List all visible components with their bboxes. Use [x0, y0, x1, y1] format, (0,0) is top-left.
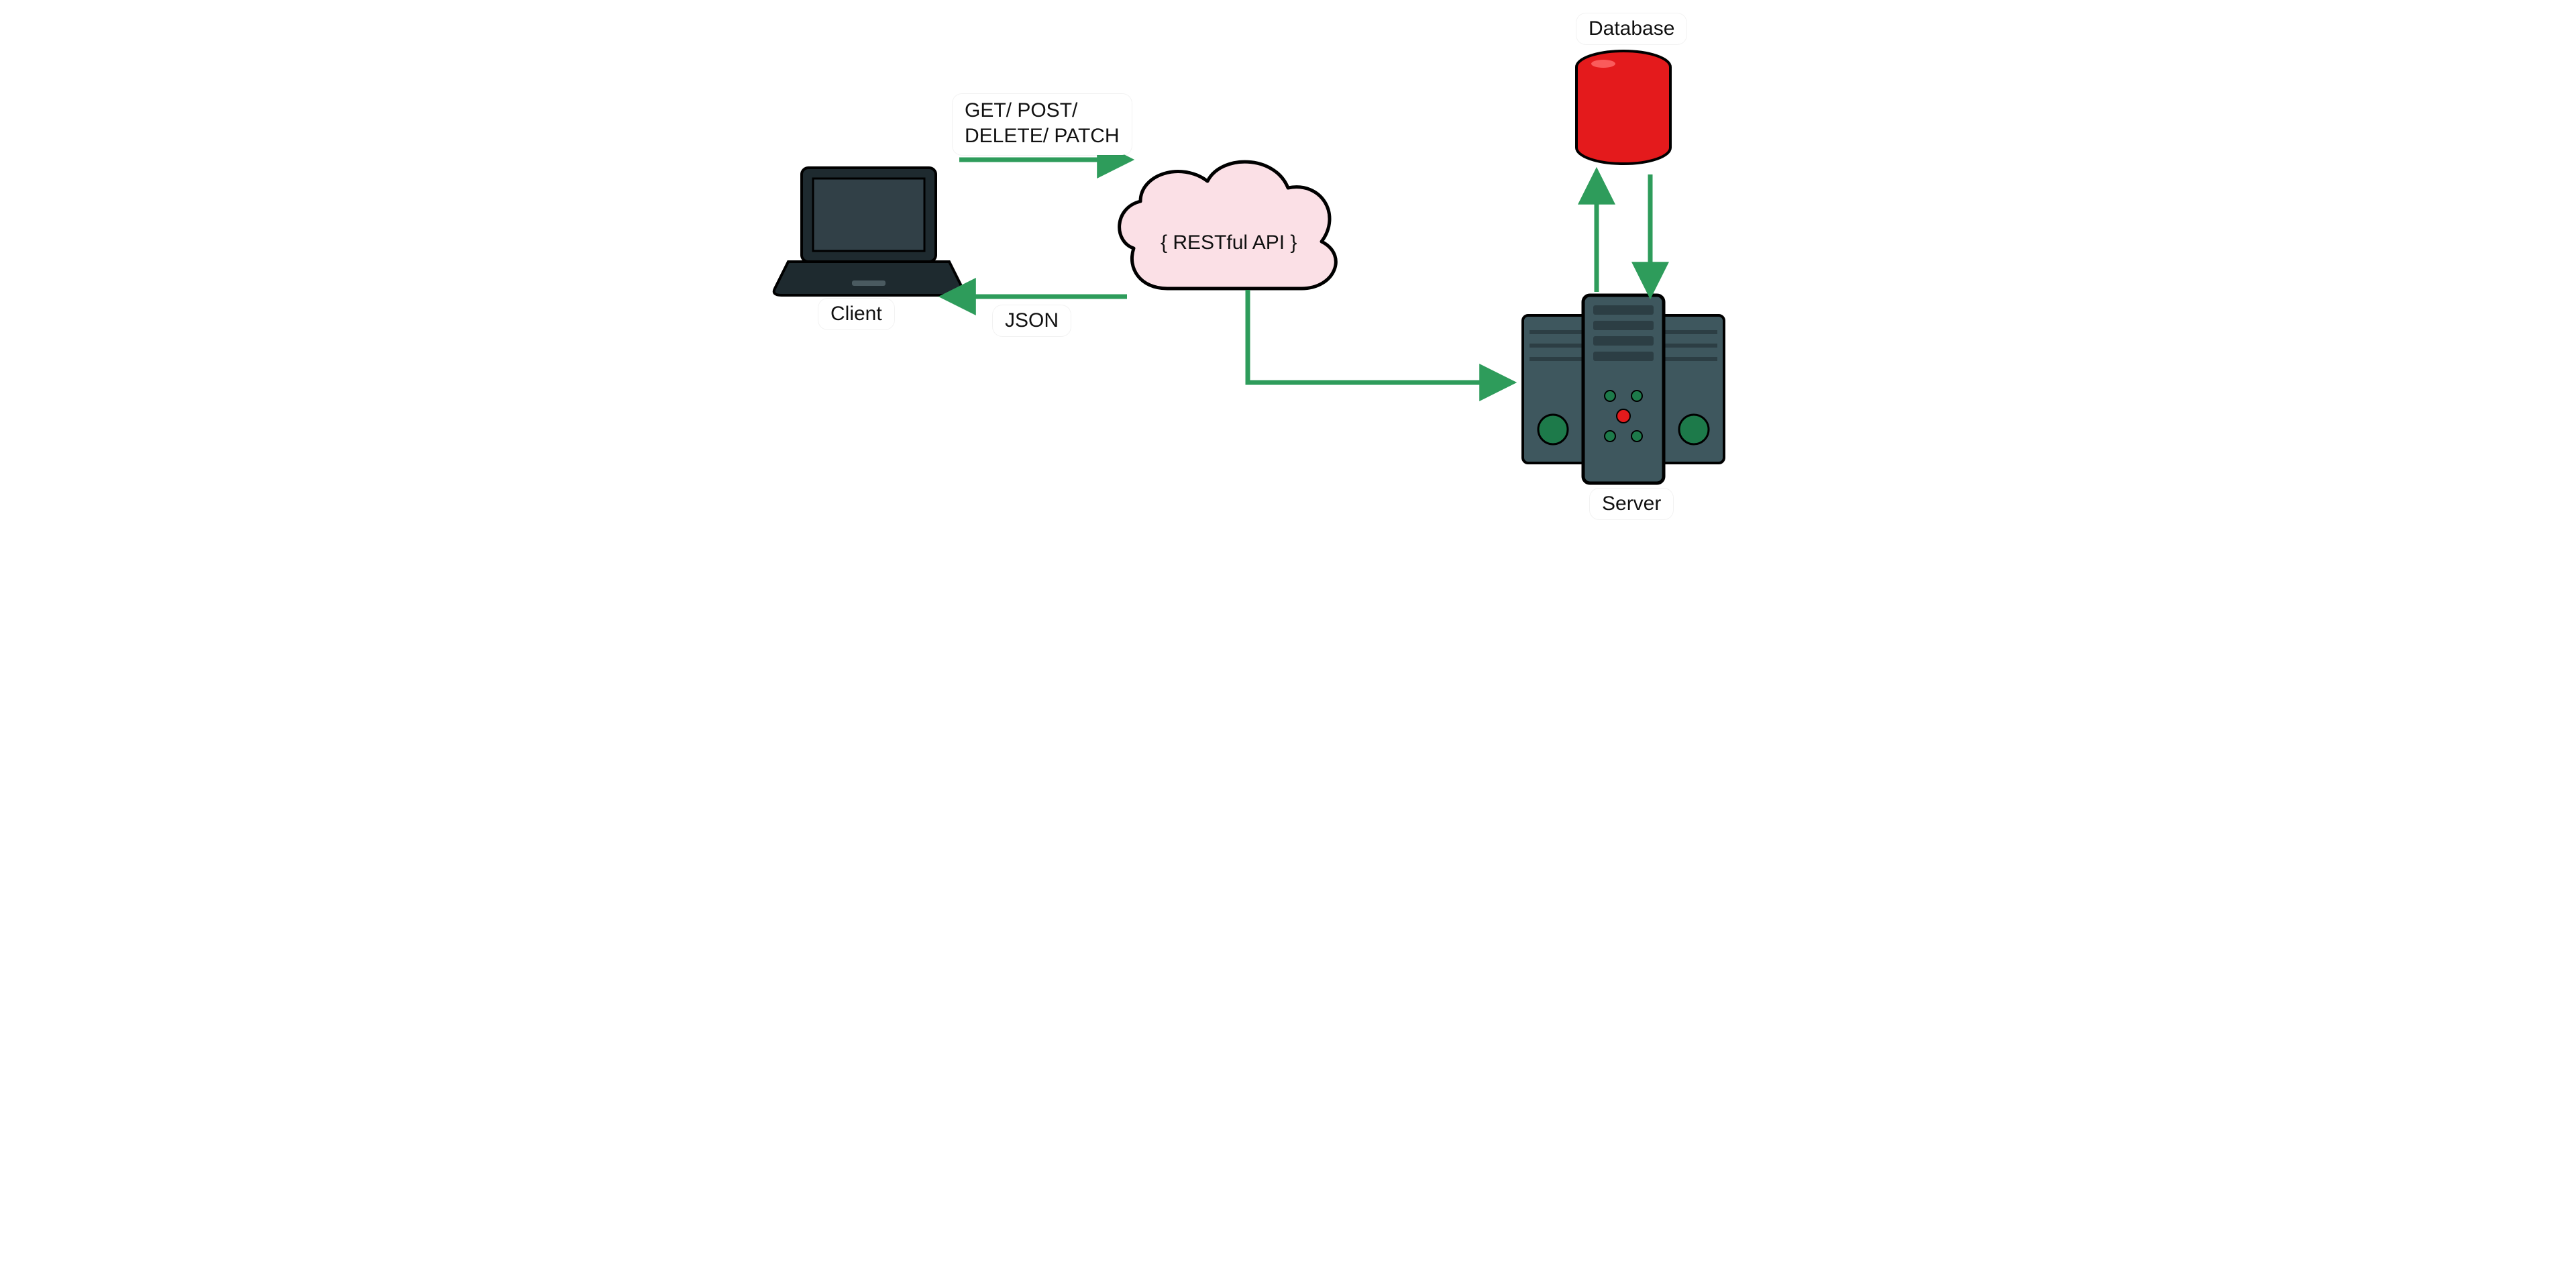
- client-label: Client: [818, 299, 894, 329]
- http-methods-label: GET/ POST/ DELETE/ PATCH: [953, 94, 1132, 155]
- database-icon: [1576, 51, 1670, 164]
- server-icon: [1523, 295, 1724, 483]
- http-methods-line1: GET/ POST/: [965, 98, 1120, 123]
- database-label: Database: [1576, 13, 1686, 44]
- diagram-canvas: Client GET/ POST/ DELETE/ PATCH JSON { R…: [751, 0, 1825, 537]
- server-label: Server: [1590, 489, 1673, 519]
- arrow-api-to-server: [1248, 290, 1509, 382]
- http-methods-line2: DELETE/ PATCH: [965, 123, 1120, 149]
- diagram-svg: [751, 0, 1825, 537]
- api-label: { RESTful API }: [1161, 232, 1297, 254]
- json-label: JSON: [993, 305, 1071, 336]
- laptop-icon: [774, 168, 964, 295]
- cloud-icon: [1120, 162, 1336, 289]
